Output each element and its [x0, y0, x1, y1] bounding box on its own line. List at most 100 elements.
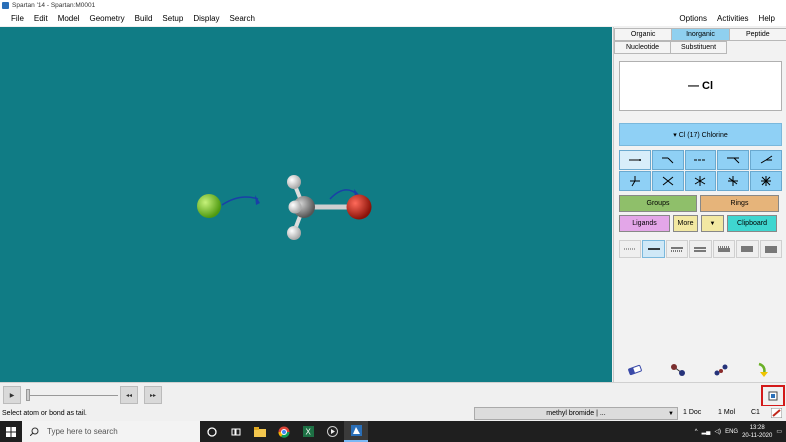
- slider-handle[interactable]: [26, 389, 30, 401]
- bond-double-icon[interactable]: [689, 240, 712, 258]
- menu-edit[interactable]: Edit: [29, 14, 53, 23]
- menu-setup[interactable]: Setup: [157, 14, 188, 23]
- windows-taskbar: Type here to search X ^ ▂▄ ◁) ENG 13:28 …: [0, 421, 786, 442]
- tab-peptide[interactable]: Peptide: [728, 28, 786, 41]
- hydrogen-atom-bottom[interactable]: [287, 226, 301, 240]
- bond-double-aromatic-icon[interactable]: [712, 240, 736, 258]
- tab-inorganic[interactable]: Inorganic: [671, 28, 730, 41]
- cortana-icon[interactable]: [200, 421, 224, 442]
- step-forward-icon[interactable]: ▸▸: [144, 386, 162, 404]
- molecule-model: [197, 175, 372, 240]
- step-back-icon[interactable]: ◂◂: [120, 386, 138, 404]
- fragment-preview: — Cl: [619, 61, 782, 111]
- valence-trigonal-bipyramid-icon[interactable]: [684, 171, 717, 191]
- hydrogen-atom-top[interactable]: [287, 175, 301, 189]
- menu-help[interactable]: Help: [754, 14, 786, 23]
- tab-substituent[interactable]: Substituent: [670, 41, 727, 54]
- menu-activities[interactable]: Activities: [712, 14, 754, 23]
- element-selector[interactable]: ▾ Cl (17) Chlorine: [619, 123, 782, 146]
- excel-icon[interactable]: X: [296, 421, 320, 442]
- valence-trigonal-icon[interactable]: [717, 150, 750, 170]
- minimize-icon[interactable]: [756, 362, 772, 380]
- document-name: methyl bromide | ...: [546, 410, 606, 417]
- make-bond-icon[interactable]: [670, 363, 686, 379]
- window-title: Spartan '14 - Spartan:M0001: [12, 1, 96, 9]
- status-message: Select atom or bond as tail.: [2, 410, 87, 417]
- status-bar: Select atom or bond as tail. methyl brom…: [0, 406, 786, 421]
- curved-arrow-cl-to-c: [221, 196, 259, 206]
- fragment-buttons-row2: Ligands More ▼ Clipboard: [619, 215, 777, 232]
- bromine-atom[interactable]: [346, 194, 372, 220]
- notifications-icon[interactable]: ▭: [776, 428, 782, 435]
- menu-model[interactable]: Model: [53, 14, 85, 23]
- menu-bar: File Edit Model Geometry Build Setup Dis…: [0, 10, 786, 26]
- highlighted-build-button[interactable]: [761, 385, 785, 407]
- menu-search[interactable]: Search: [225, 14, 260, 23]
- search-icon: [30, 427, 39, 436]
- valence-tetrahedral-icon[interactable]: [619, 171, 651, 191]
- task-view-icon[interactable]: [224, 421, 248, 442]
- fragment-tabs-row1: Organic Inorganic Peptide: [614, 28, 786, 41]
- clock-time: 13:28: [749, 424, 765, 431]
- valence-bent-icon[interactable]: [651, 150, 684, 170]
- rings-button[interactable]: Rings: [700, 195, 779, 212]
- symmetry-label: C1: [751, 409, 760, 416]
- spartan-app-icon: [2, 1, 9, 9]
- tray-chevron-icon[interactable]: ^: [695, 429, 698, 435]
- spartan-taskbar-icon[interactable]: [344, 421, 368, 442]
- volume-icon[interactable]: ◁): [714, 428, 721, 435]
- hydrogen-atom-left[interactable]: [288, 200, 302, 214]
- menu-geometry[interactable]: Geometry: [84, 14, 129, 23]
- svg-text:X: X: [305, 428, 311, 437]
- system-tray: ^ ▂▄ ◁) ENG 13:28 20-11-2020 ▭: [695, 424, 786, 440]
- tab-nucleotide[interactable]: Nucleotide: [614, 41, 671, 54]
- build-tools: [613, 360, 786, 382]
- eraser-icon[interactable]: [627, 364, 643, 378]
- valence-pyramidal-icon[interactable]: [750, 150, 782, 170]
- menu-file[interactable]: File: [0, 14, 29, 23]
- bond-quadruple-icon[interactable]: [759, 240, 782, 258]
- bond-aromatic-icon[interactable]: [665, 240, 689, 258]
- menu-build[interactable]: Build: [130, 14, 158, 23]
- taskbar-search-input[interactable]: Type here to search: [22, 421, 200, 442]
- language-indicator[interactable]: ENG: [725, 429, 738, 435]
- status-build-icon[interactable]: [770, 407, 783, 420]
- more-dropdown-icon[interactable]: ▼: [701, 215, 724, 232]
- bond-partial-icon[interactable]: [619, 240, 642, 258]
- valence-square-planar-icon[interactable]: [651, 171, 684, 191]
- break-bond-icon[interactable]: [713, 363, 729, 379]
- build-panel: Organic Inorganic Peptide Nucleotide Sub…: [613, 27, 786, 382]
- document-selector[interactable]: methyl bromide | ... ▼: [474, 407, 678, 420]
- animation-controls: ▶ ◂◂ ▸▸: [0, 382, 786, 407]
- fragment-tabs-row2: Nucleotide Substituent: [614, 41, 786, 54]
- clock[interactable]: 13:28 20-11-2020: [742, 424, 772, 440]
- bond-triple-icon[interactable]: [736, 240, 759, 258]
- file-explorer-icon[interactable]: [248, 421, 272, 442]
- menu-display[interactable]: Display: [188, 14, 224, 23]
- menu-options[interactable]: Options: [668, 14, 712, 23]
- fragment-buttons-row1: Groups Rings: [619, 195, 779, 212]
- valence-octahedral-icon[interactable]: [750, 171, 782, 191]
- media-icon[interactable]: [320, 421, 344, 442]
- valence-linear-icon[interactable]: [684, 150, 717, 170]
- clipboard-button[interactable]: Clipboard: [727, 215, 777, 232]
- windows-start-icon[interactable]: [0, 421, 22, 442]
- tab-organic[interactable]: Organic: [614, 28, 673, 41]
- molecule-viewport[interactable]: [0, 27, 612, 382]
- more-button[interactable]: More: [673, 215, 698, 232]
- network-icon[interactable]: ▂▄: [702, 428, 711, 435]
- search-placeholder: Type here to search: [47, 427, 118, 436]
- mol-count: 1 Mol: [718, 409, 736, 416]
- chlorine-atom[interactable]: [197, 194, 221, 218]
- valence-grid: [619, 150, 782, 191]
- valence-single-icon[interactable]: [619, 150, 651, 170]
- bond-single-icon[interactable]: [642, 240, 665, 258]
- chrome-icon[interactable]: [272, 421, 296, 442]
- build-icon: [768, 391, 778, 401]
- chevron-down-icon[interactable]: ▼: [668, 411, 674, 417]
- groups-button[interactable]: Groups: [619, 195, 697, 212]
- animation-slider[interactable]: [26, 395, 118, 396]
- play-icon[interactable]: ▶: [3, 386, 21, 404]
- valence-square-pyramid-icon[interactable]: [717, 171, 750, 191]
- ligands-button[interactable]: Ligands: [619, 215, 670, 232]
